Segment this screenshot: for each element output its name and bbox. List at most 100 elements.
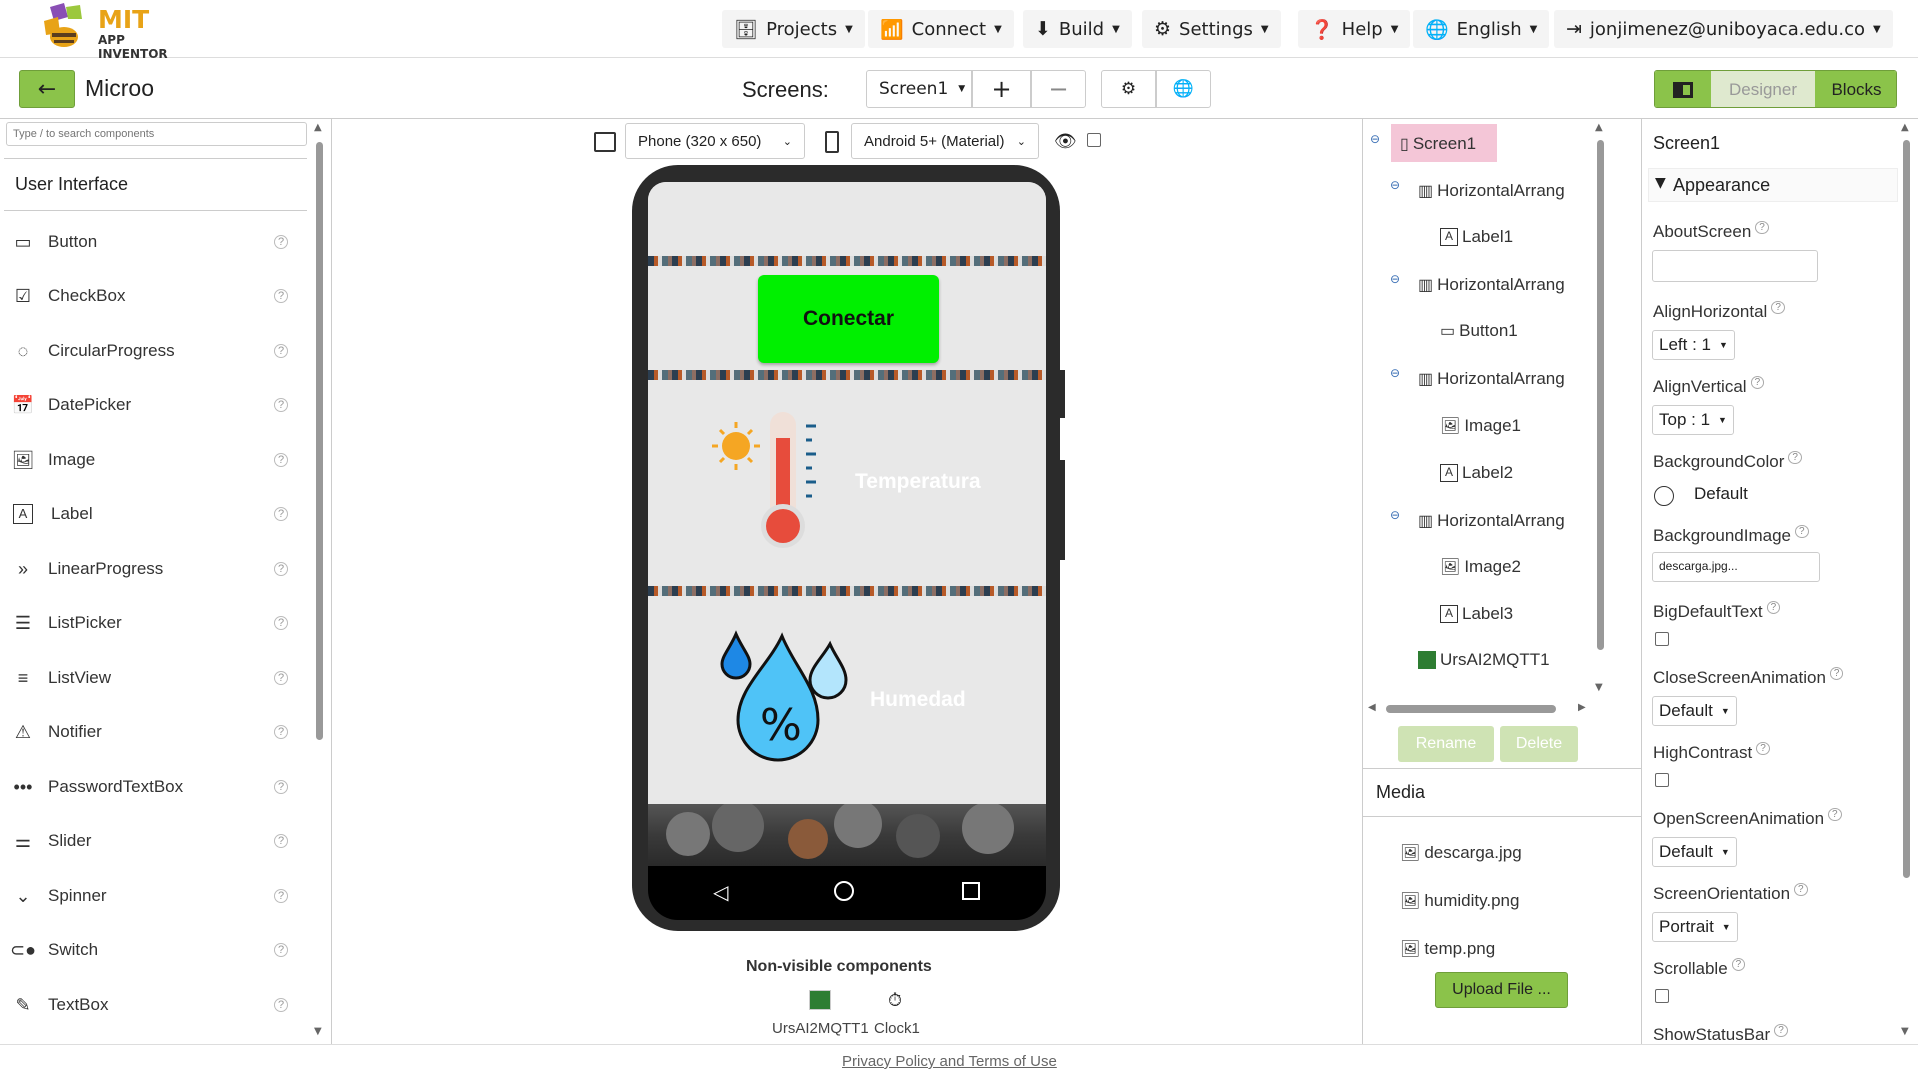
collapse-icon[interactable]: ⊖ (1390, 366, 1400, 380)
menu-language[interactable]: 🌐 English ▼ (1413, 10, 1550, 48)
help-icon[interactable]: ? (1771, 301, 1785, 315)
palette-item-checkbox[interactable]: ☑ CheckBox? (10, 276, 300, 316)
back-button[interactable]: ← (19, 70, 75, 108)
help-icon[interactable]: ? (274, 671, 288, 685)
rename-button[interactable]: Rename (1398, 726, 1494, 762)
help-icon[interactable]: ? (274, 889, 288, 903)
palette-category-header[interactable]: User Interface (15, 174, 128, 195)
palette-item-circularprogress[interactable]: ◌ CircularProgress? (10, 331, 300, 371)
humedad-label[interactable]: Humedad (870, 688, 966, 712)
menu-account[interactable]: ⇥ jonjimenez@uniboyaca.edu.co ▼ (1554, 10, 1893, 48)
tree-item-arrangement4[interactable]: ▥ HorizontalArrang (1418, 506, 1596, 536)
tree-item-arrangement1[interactable]: ▥ HorizontalArrang (1418, 176, 1596, 206)
tree-item-image1[interactable]: 🖼 Image1 (1440, 411, 1521, 441)
conectar-button[interactable]: Conectar (758, 275, 939, 363)
help-icon[interactable]: ? (274, 235, 288, 249)
palette-item-slider[interactable]: ⚌ Slider? (10, 821, 300, 861)
openscreenanimation-select[interactable]: Default ▼ (1652, 837, 1737, 867)
alignhorizontal-select[interactable]: Left : 1 ▼ (1652, 330, 1735, 360)
palette-scrollbar[interactable]: ▲ ▼ (313, 122, 325, 1042)
palette-item-textbox[interactable]: ✎ TextBox? (10, 985, 300, 1025)
help-icon[interactable]: ? (274, 616, 288, 630)
help-icon[interactable]: ? (1788, 451, 1802, 465)
fullscreen-icon[interactable] (594, 132, 616, 152)
help-icon[interactable]: ? (1829, 667, 1844, 681)
tree-item-image2[interactable]: 🖼 Image2 (1440, 552, 1521, 582)
horizontal-arrangement-1[interactable] (648, 182, 1046, 256)
show-hidden-checkbox[interactable] (1087, 133, 1101, 147)
add-screen-button[interactable]: + (972, 70, 1031, 108)
media-file[interactable]: 🖼 descarga.jpg (1400, 838, 1522, 868)
menu-connect[interactable]: 📶 Connect ▼ (868, 10, 1014, 48)
temperatura-label[interactable]: Temperatura (855, 470, 981, 494)
help-icon[interactable]: ? (1756, 742, 1770, 756)
help-icon[interactable]: ? (1794, 883, 1808, 897)
mqtt-component-icon[interactable] (809, 990, 831, 1010)
help-icon[interactable]: ? (274, 834, 288, 848)
palette-item-button[interactable]: ▭ Button? (10, 222, 300, 262)
highcontrast-checkbox[interactable] (1655, 773, 1669, 787)
mit-app-inventor-logo[interactable]: MIT APP INVENTOR (38, 3, 198, 61)
delete-button[interactable]: Delete (1500, 726, 1578, 762)
device-size-select[interactable]: Phone (320 x 650) ⌄ (625, 123, 805, 159)
palette-item-listpicker[interactable]: ☰ ListPicker? (10, 603, 300, 643)
tree-item-screen1[interactable]: ▯ Screen1 (1400, 129, 1476, 159)
bigdefaulttext-checkbox[interactable] (1655, 632, 1669, 646)
tree-hscrollbar[interactable]: ◀ ▶ (1368, 702, 1590, 716)
help-icon[interactable]: ? (274, 289, 288, 303)
blocks-button[interactable]: Blocks (1815, 71, 1896, 107)
properties-scrollbar[interactable]: ▲ ▼ (1900, 122, 1912, 1042)
menu-settings[interactable]: ⚙ Settings ▼ (1142, 10, 1281, 48)
designer-button[interactable]: Designer (1711, 71, 1815, 107)
menu-projects[interactable]: 🗄 Projects ▼ (722, 10, 865, 48)
component-search-input[interactable] (6, 122, 307, 146)
help-icon[interactable]: ? (1731, 958, 1746, 972)
collapse-icon[interactable]: ⊖ (1390, 508, 1400, 522)
collapse-icon[interactable]: ⊖ (1390, 272, 1400, 286)
screenorientation-select[interactable]: Portrait ▼ (1652, 912, 1738, 942)
palette-item-notifier[interactable]: ⚠ Notifier? (10, 712, 300, 752)
appearance-section-header[interactable]: ▼ Appearance (1648, 168, 1898, 202)
scrollable-checkbox[interactable] (1655, 989, 1669, 1003)
palette-item-datepicker[interactable]: 📅 DatePicker? (10, 385, 300, 425)
alignvertical-select[interactable]: Top : 1 ▼ (1652, 405, 1734, 435)
help-icon[interactable]: ? (274, 725, 288, 739)
help-icon[interactable]: ? (1766, 601, 1781, 615)
nonvisible-clock-label[interactable]: Clock1 (874, 1020, 920, 1037)
thermometer-image[interactable] (712, 408, 832, 556)
palette-item-listview[interactable]: ≡ ListView? (10, 658, 300, 698)
horizontal-arrangement-3[interactable] (648, 380, 1046, 586)
tree-scrollbar[interactable]: ▲ ▼ (1594, 122, 1606, 693)
help-icon[interactable]: ? (274, 453, 288, 467)
palette-item-label[interactable]: A Label? (10, 494, 300, 534)
help-icon[interactable]: ? (1828, 808, 1842, 822)
help-icon[interactable]: ? (1750, 376, 1765, 390)
remove-screen-button[interactable]: − (1031, 70, 1086, 108)
screen-selector[interactable]: Screen1 ▼ (866, 70, 972, 108)
project-properties-button[interactable]: ⚙ (1101, 70, 1156, 108)
palette-item-spinner[interactable]: ⌄ Spinner? (10, 876, 300, 916)
palette-item-switch[interactable]: ⊂● Switch? (10, 930, 300, 970)
help-icon[interactable]: ? (274, 344, 288, 358)
help-icon[interactable]: ? (1755, 221, 1769, 235)
help-icon[interactable]: ? (1794, 525, 1809, 539)
collapse-icon[interactable]: ⊖ (1370, 132, 1380, 146)
tree-item-button1[interactable]: ▭ Button1 (1440, 316, 1518, 346)
help-icon[interactable]: ? (274, 507, 288, 521)
phone-preview-icon[interactable] (825, 131, 839, 153)
tree-item-arrangement3[interactable]: ▥ HorizontalArrang (1418, 364, 1596, 394)
menu-build[interactable]: ⬇ Build ▼ (1023, 10, 1132, 48)
timer-icon[interactable]: ⏱ (888, 990, 902, 1011)
palette-item-linearprogress[interactable]: » LinearProgress? (10, 549, 300, 589)
humidity-image[interactable]: % (718, 630, 858, 774)
publish-button[interactable]: 🌐 (1156, 70, 1211, 108)
theme-select[interactable]: Android 5+ (Material) ⌄ (851, 123, 1039, 159)
help-icon[interactable]: ? (274, 398, 288, 412)
menu-help[interactable]: ❓ Help ▼ (1298, 10, 1411, 48)
help-icon[interactable]: ? (274, 562, 288, 576)
tree-item-label3[interactable]: A Label3 (1440, 599, 1513, 629)
collapse-icon[interactable]: ⊖ (1390, 178, 1400, 192)
palette-item-image[interactable]: 🖼 Image? (10, 440, 300, 480)
tree-item-mqtt[interactable]: UrsAI2MQTT1 (1418, 645, 1550, 675)
upload-file-button[interactable]: Upload File ... (1435, 972, 1568, 1008)
